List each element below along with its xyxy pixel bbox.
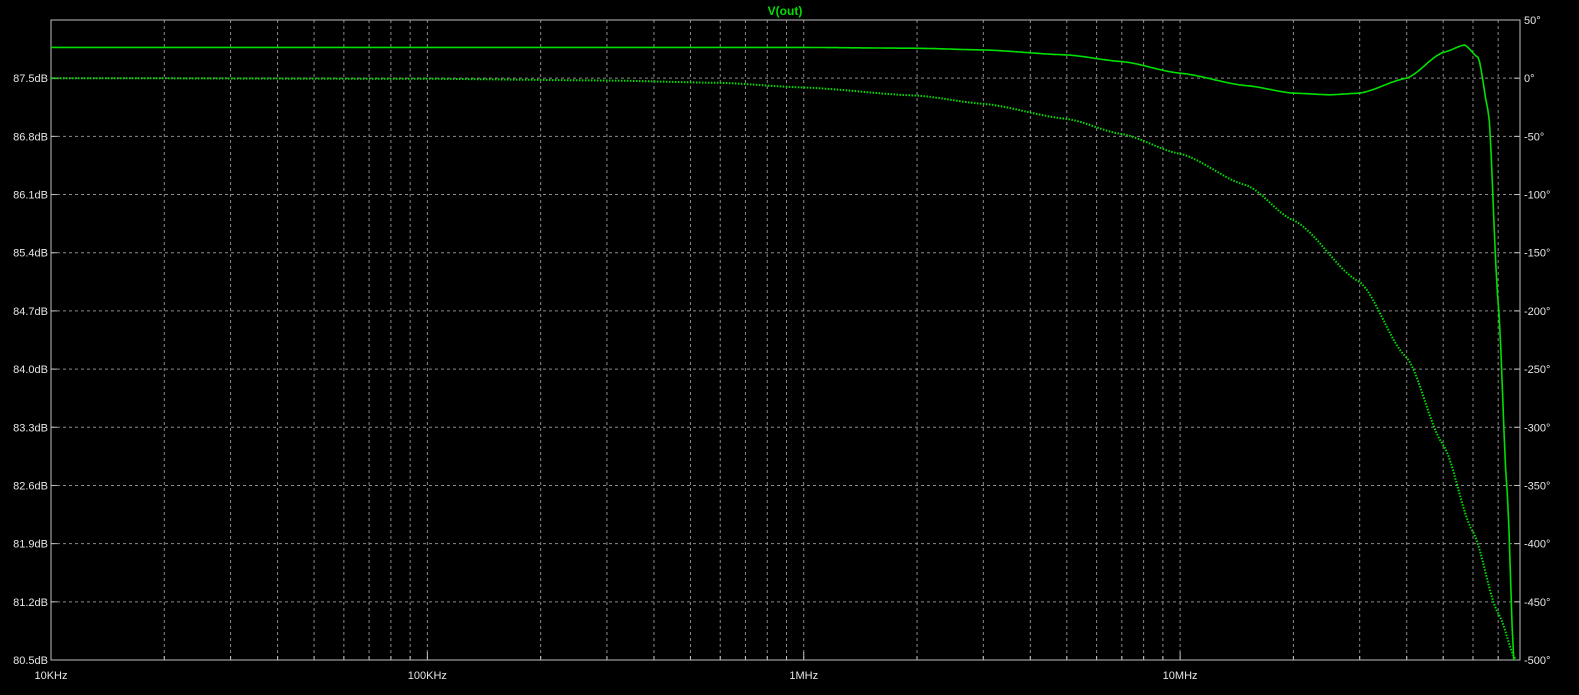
tick-layer: 87.5dB 86.8dB 86.1dB 85.4dB 84.7dB 84.0dB 83.3… bbox=[13, 15, 1550, 682]
y-left-tick-label: 83.3dB bbox=[13, 422, 48, 434]
y-right-tick-label: -250° bbox=[1524, 364, 1550, 376]
y-left-tick-label: 81.9dB bbox=[13, 539, 48, 551]
y-right-tick-label: -150° bbox=[1524, 248, 1550, 260]
y-right-tick-label: -50° bbox=[1524, 131, 1544, 143]
chart-title: V(out) bbox=[768, 4, 803, 18]
x-tick-label: 10KHz bbox=[34, 670, 67, 682]
y-right-tick-label: -100° bbox=[1524, 190, 1550, 202]
y-left-tick-label: 84.7dB bbox=[13, 306, 48, 318]
plot-frame bbox=[50, 19, 1521, 661]
y-left-tick-label: 80.5dB bbox=[13, 655, 48, 667]
grid-layer bbox=[51, 20, 1520, 660]
y-right-tick-label: -450° bbox=[1524, 597, 1550, 609]
chart-svg: 87.5dB 86.8dB 86.1dB 85.4dB 84.7dB 84.0dB 83.3… bbox=[13, 4, 1550, 682]
series-layer bbox=[51, 44, 1517, 661]
y-right-tick-label: -350° bbox=[1524, 480, 1550, 492]
bode-plot: 87.5dB 86.8dB 86.1dB 85.4dB 84.7dB 84.0dB 83.3… bbox=[0, 0, 1579, 690]
y-right-tick-label: 0° bbox=[1524, 73, 1535, 85]
y-right-tick-label: -500° bbox=[1524, 655, 1550, 667]
x-tick-label: 10MHz bbox=[1163, 670, 1198, 682]
y-right-tick-label: 50° bbox=[1524, 15, 1541, 27]
magnitude-trace bbox=[51, 44, 1515, 661]
y-left-tick-label: 86.1dB bbox=[13, 190, 48, 202]
y-left-tick-label: 86.8dB bbox=[13, 131, 48, 143]
y-left-tick-label: 85.4dB bbox=[13, 248, 48, 260]
y-left-tick-label: 84.0dB bbox=[13, 364, 48, 376]
y-right-tick-label: -200° bbox=[1524, 306, 1550, 318]
y-right-tick-label: -400° bbox=[1524, 539, 1550, 551]
y-left-tick-label: 82.6dB bbox=[13, 480, 48, 492]
y-right-tick-label: -300° bbox=[1524, 422, 1550, 434]
x-tick-label: 100KHz bbox=[408, 670, 447, 682]
y-left-tick-label: 81.2dB bbox=[13, 597, 48, 609]
x-tick-label: 1MHz bbox=[789, 670, 818, 682]
y-left-tick-label: 87.5dB bbox=[13, 73, 48, 85]
